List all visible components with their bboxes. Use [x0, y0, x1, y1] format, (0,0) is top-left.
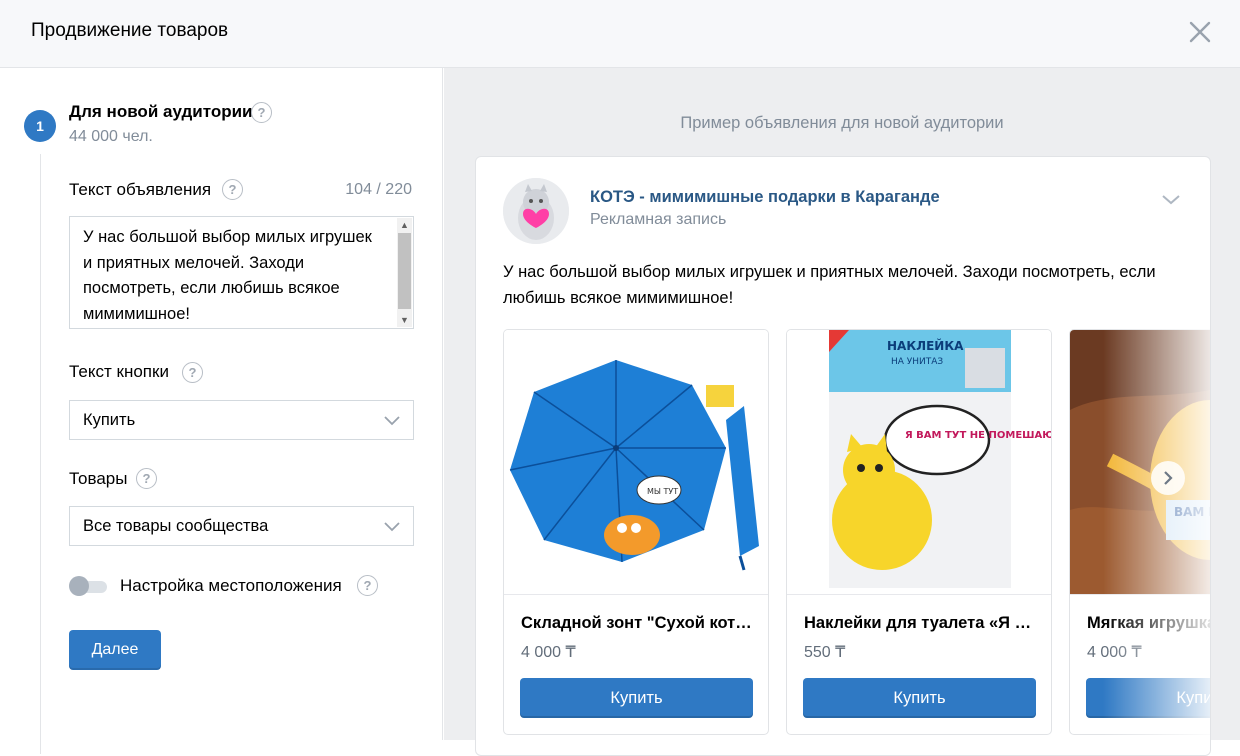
product-image-sticker[interactable]: НАКЛЕЙКА НА УНИТАЗ Я ВАМ ТУТ НЕ ПОМЕШАЮ?: [787, 330, 1052, 595]
products-label: Товары: [69, 469, 128, 488]
step-number: 1: [24, 110, 56, 142]
products-value: Все товары сообщества: [83, 517, 269, 535]
ad-text-value[interactable]: У нас большой выбор милых игрушек и прия…: [83, 225, 383, 327]
button-text-select[interactable]: Купить: [69, 400, 414, 440]
scroll-thumb[interactable]: [398, 233, 411, 309]
help-icon[interactable]: ?: [182, 362, 203, 383]
button-text-value: Купить: [83, 411, 136, 429]
sticker-subtitle: НА УНИТАЗ: [891, 357, 943, 367]
textarea-scrollbar[interactable]: ▲ ▼: [397, 218, 412, 327]
scroll-up-icon[interactable]: ▲: [397, 218, 412, 232]
audience-count: 44 000 чел.: [69, 128, 153, 145]
product-price: 4 000 ₸: [521, 644, 576, 661]
button-text-label: Текст кнопки: [69, 362, 169, 381]
modal-title: Продвижение товаров: [31, 20, 229, 41]
chevron-right-icon[interactable]: [1151, 461, 1185, 495]
umbrella-bubble-text: МЫ ТУТ: [647, 487, 678, 496]
help-icon[interactable]: ?: [251, 102, 272, 123]
next-button[interactable]: Далее: [69, 630, 161, 670]
settings-panel: 1 Для новой аудитории ? 44 000 чел. Текс…: [0, 68, 443, 754]
scroll-down-icon[interactable]: ▼: [397, 313, 412, 327]
modal-header: Продвижение товаров: [0, 0, 1240, 68]
chevron-down-icon: [384, 416, 400, 426]
ad-text-label: Текст объявления: [69, 180, 212, 199]
product-card[interactable]: ВАМ НА ЗАВИРА Мягкая игрушка 4 000 ₸ Куп…: [1069, 329, 1211, 735]
help-icon[interactable]: ?: [136, 468, 157, 489]
sticker-title: НАКЛЕЙКА: [887, 338, 964, 353]
chevron-down-icon: [384, 522, 400, 532]
product-image-toy[interactable]: ВАМ НА ЗАВИРА: [1070, 330, 1211, 595]
post-author-link[interactable]: КОТЭ - мимимишные подарки в Караганде: [590, 188, 940, 207]
avatar[interactable]: [503, 178, 569, 244]
step-line: [40, 154, 41, 754]
toy-text: ВАМ НА ЗАВИРА: [1174, 505, 1211, 519]
post-subtitle: Рекламная запись: [590, 211, 727, 228]
product-name[interactable]: Складной зонт "Сухой кот…: [521, 614, 753, 633]
ad-text-input[interactable]: У нас большой выбор милых игрушек и прия…: [69, 216, 414, 329]
buy-button[interactable]: Купить: [803, 678, 1036, 718]
product-price: 4 000 ₸: [1087, 644, 1142, 661]
chevron-down-icon[interactable]: [1160, 191, 1182, 207]
help-icon[interactable]: ?: [222, 179, 243, 200]
toggle-knob: [69, 576, 89, 596]
close-icon[interactable]: [1186, 18, 1214, 46]
preview-caption: Пример объявления для новой аудитории: [680, 114, 1004, 132]
product-name[interactable]: Мягкая игрушка: [1087, 614, 1210, 633]
buy-button[interactable]: Купить: [1086, 678, 1210, 718]
product-price: 550 ₸: [804, 644, 846, 661]
product-image-umbrella[interactable]: МЫ ТУТ: [504, 330, 768, 595]
buy-button[interactable]: Купить: [520, 678, 753, 718]
products-select[interactable]: Все товары сообщества: [69, 506, 414, 546]
post-text: У нас большой выбор милых игрушек и прия…: [503, 263, 1156, 307]
location-label: Настройка местоположения: [120, 576, 342, 595]
product-name[interactable]: Наклейки для туалета «Я …: [804, 614, 1036, 633]
product-card[interactable]: НАКЛЕЙКА НА УНИТАЗ Я ВАМ ТУТ НЕ ПОМЕШАЮ?…: [786, 329, 1052, 735]
location-toggle[interactable]: [69, 576, 107, 596]
product-card[interactable]: МЫ ТУТ Складной зонт "Сухой кот… 4 000 ₸…: [503, 329, 769, 735]
audience-title: Для новой аудитории: [69, 102, 253, 121]
product-carousel: МЫ ТУТ Складной зонт "Сухой кот… 4 000 ₸…: [503, 329, 1211, 755]
ad-preview-card: КОТЭ - мимимишные подарки в Караганде Ре…: [475, 156, 1211, 756]
sticker-bubble-text: Я ВАМ ТУТ НЕ ПОМЕШАЮ?: [905, 430, 1052, 441]
preview-panel: Пример объявления для новой аудитории КО…: [444, 68, 1240, 756]
ad-text-counter: 104 / 220: [345, 181, 412, 198]
help-icon[interactable]: ?: [357, 575, 378, 596]
